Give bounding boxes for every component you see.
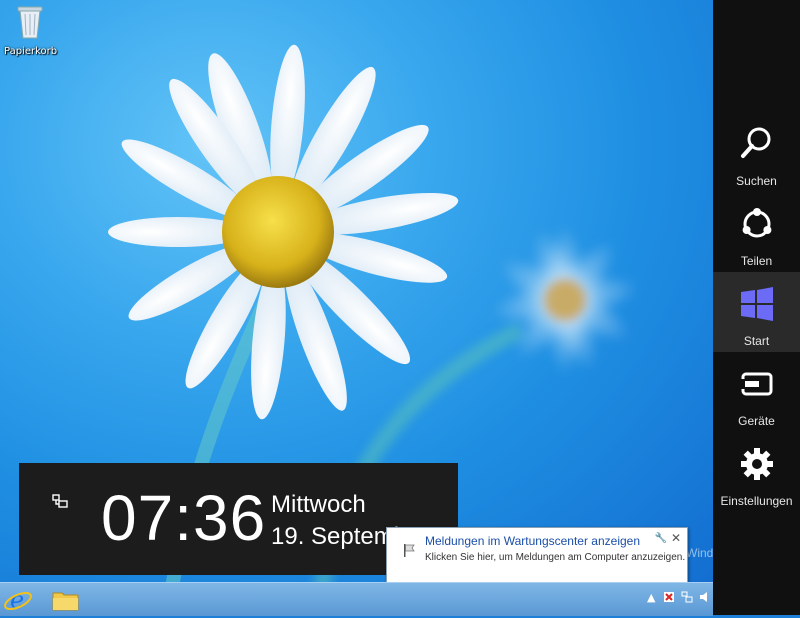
share-icon: [742, 208, 771, 238]
system-tray: ▲: [643, 583, 713, 616]
charm-search[interactable]: Suchen: [713, 112, 800, 192]
search-icon: [740, 127, 770, 158]
charm-label: Teilen: [740, 254, 773, 268]
recycle-bin-icon: [17, 6, 43, 39]
desktop-icon-label: Papierkorb: [4, 46, 58, 57]
windows-watermark-text: Windo: [686, 546, 713, 560]
charm-label: Geräte: [738, 414, 775, 428]
network-icon[interactable]: [681, 591, 693, 606]
taskbar-internet-explorer-button[interactable]: e: [0, 585, 44, 614]
action-center-notification[interactable]: Meldungen im Wartungscenter anzeigen Kli…: [386, 527, 688, 592]
charm-label: Start: [743, 334, 770, 348]
charm-settings[interactable]: Einstellungen: [713, 432, 800, 512]
network-icon: [52, 494, 68, 508]
charm-devices[interactable]: Geräte: [713, 352, 800, 432]
taskbar-file-explorer-button[interactable]: [44, 585, 88, 614]
action-center-flag-icon: [404, 544, 415, 557]
action-center-icon[interactable]: [663, 591, 675, 606]
clock-day: Mittwoch: [271, 491, 366, 518]
file-explorer-icon: [52, 592, 79, 611]
charm-label: Einstellungen: [720, 494, 793, 508]
charm-label: Suchen: [736, 174, 777, 188]
close-icon[interactable]: ✕: [671, 531, 681, 545]
windows-logo-icon: [740, 287, 773, 321]
devices-icon: [740, 372, 772, 396]
taskbar: e ▲: [0, 582, 713, 616]
wrench-icon: 🔧: [654, 533, 667, 544]
notification-body[interactable]: Klicken Sie hier, um Meldungen am Comput…: [425, 552, 685, 563]
desktop-icon-recycle-bin[interactable]: Papierkorb: [4, 4, 58, 57]
charms-bar: Suchen Teilen Start Geräte Einstellungen: [713, 0, 800, 615]
show-hidden-icons-arrow[interactable]: ▲: [647, 591, 655, 604]
gear-icon: [740, 448, 773, 480]
charm-share[interactable]: Teilen: [713, 192, 800, 272]
clock-time: 07:36: [101, 482, 267, 554]
volume-icon[interactable]: [699, 591, 709, 606]
notification-title[interactable]: Meldungen im Wartungscenter anzeigen: [425, 534, 640, 548]
charm-start[interactable]: Start: [713, 272, 800, 352]
internet-explorer-icon: e: [4, 586, 32, 614]
